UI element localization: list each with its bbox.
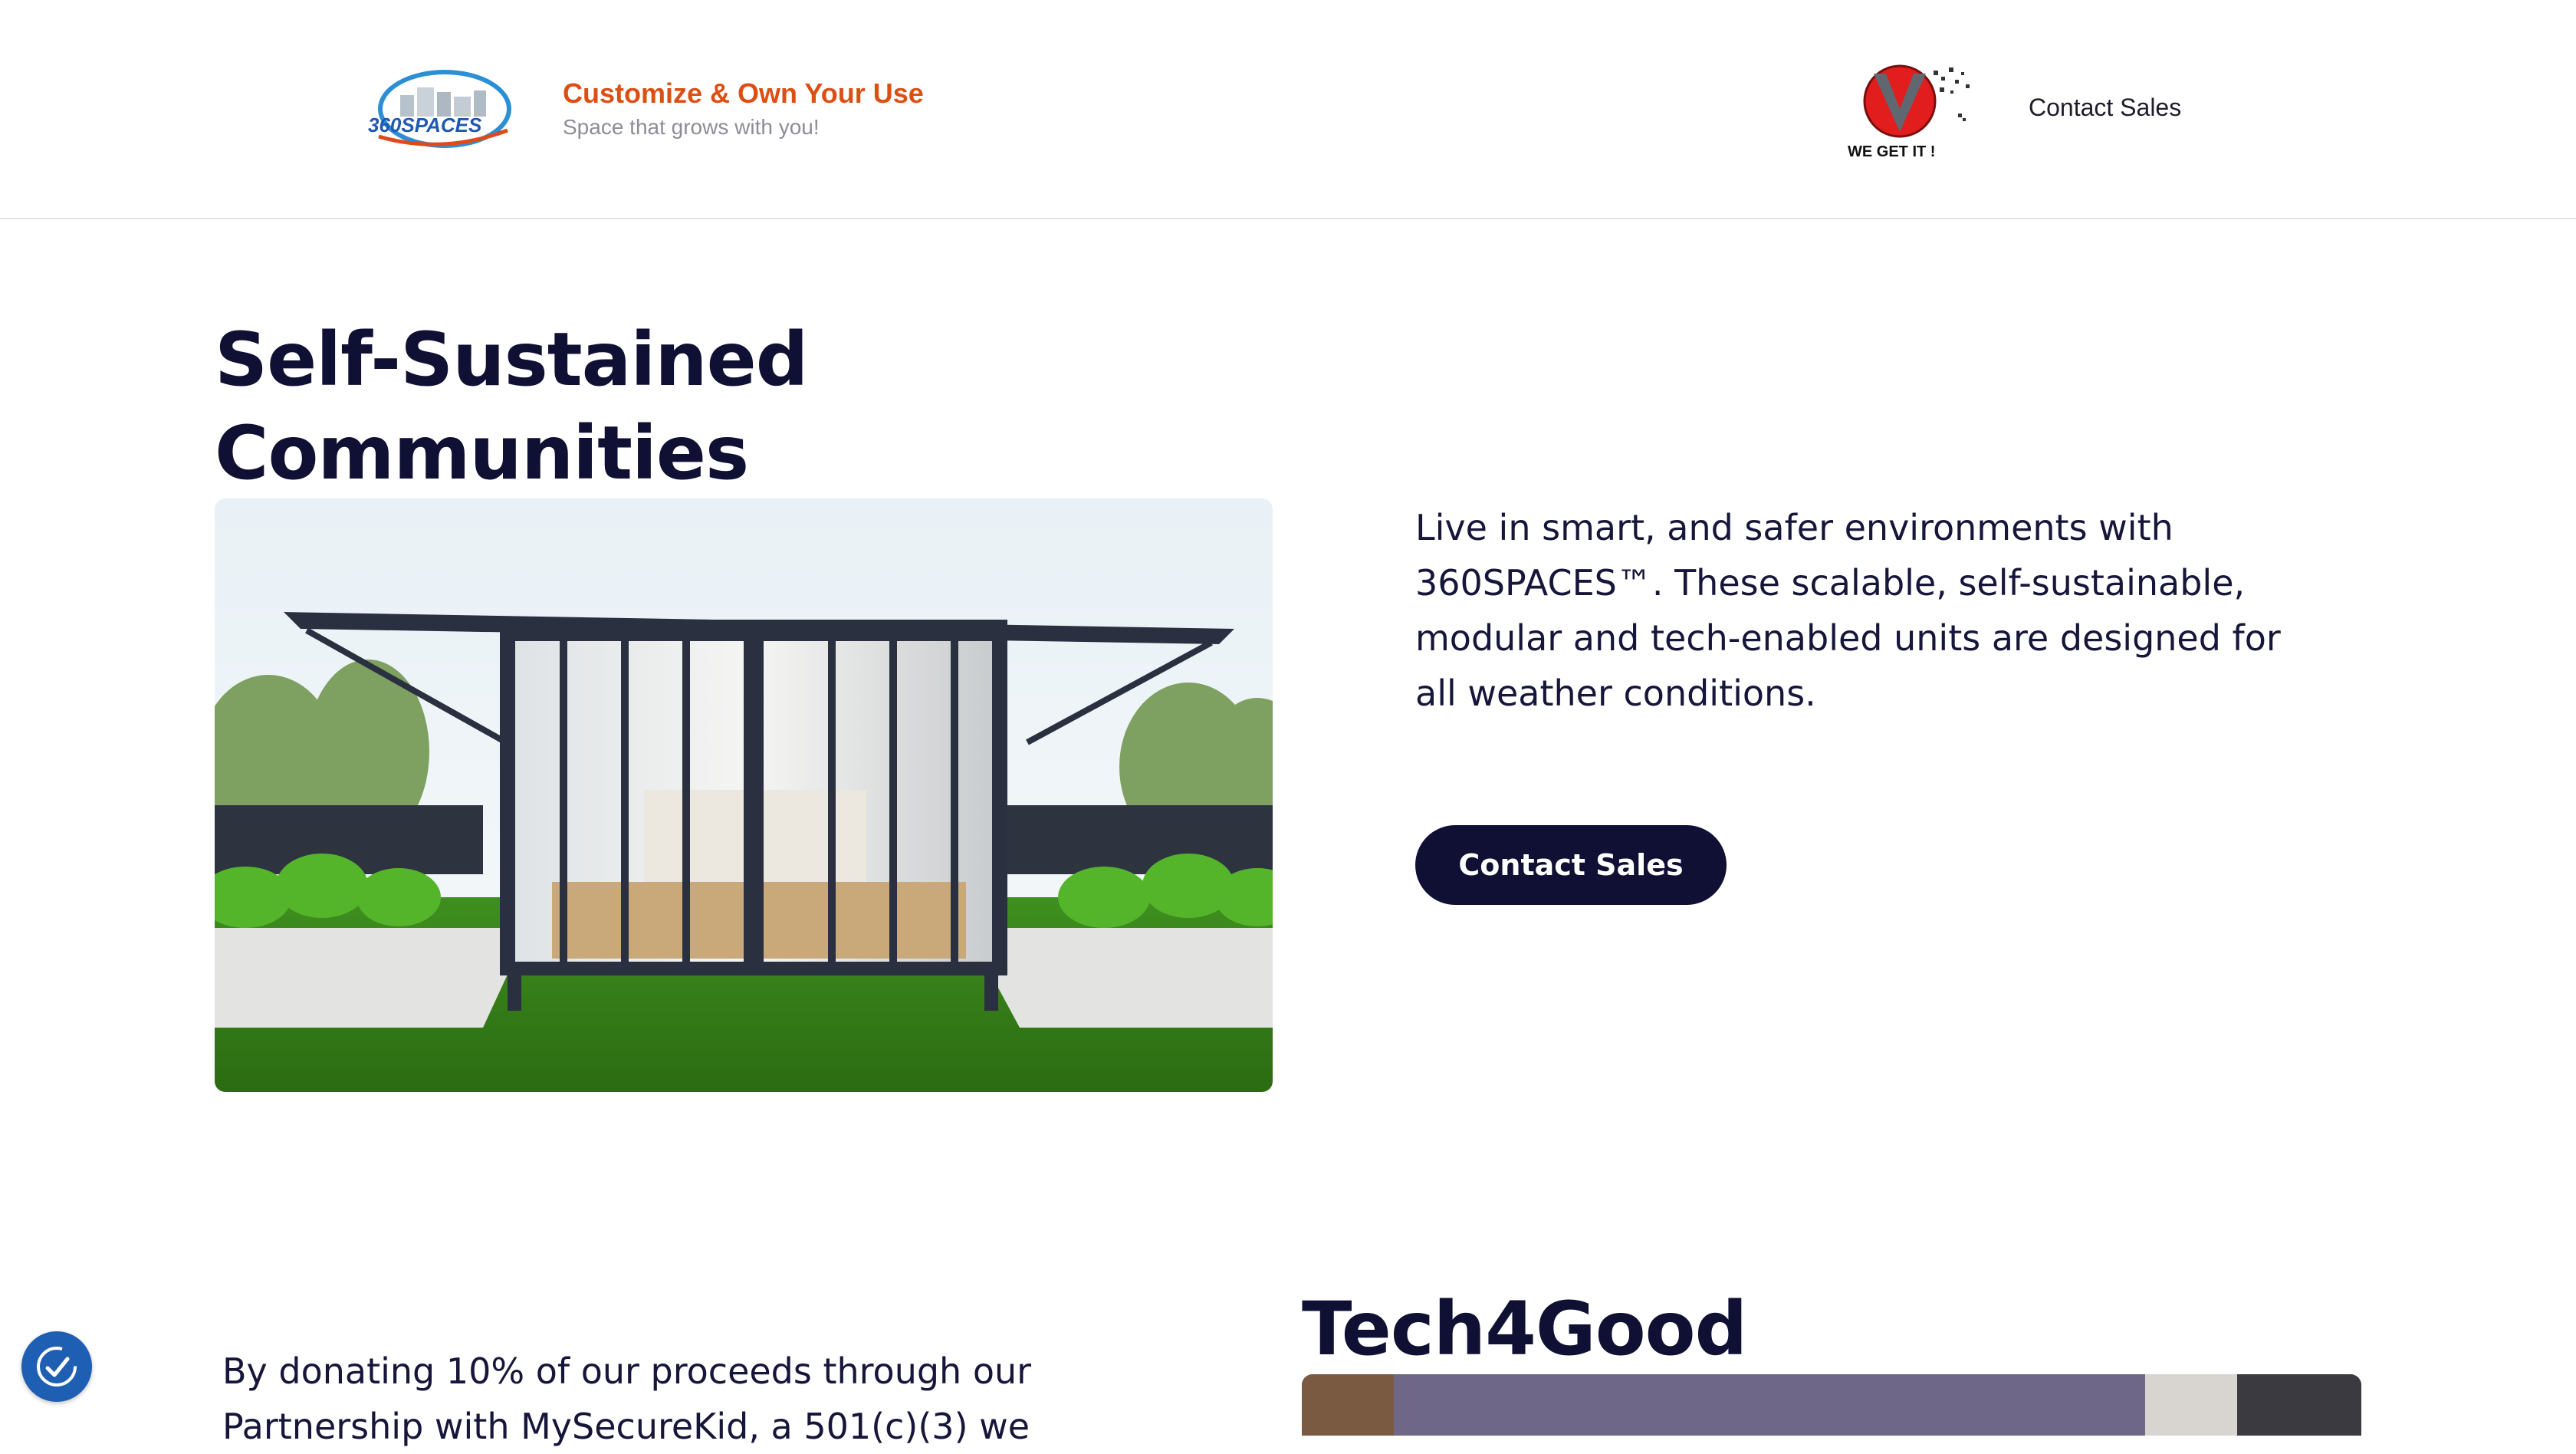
360spaces-logo-icon: 360SPACES	[368, 70, 511, 148]
header-contact-sales-link[interactable]: Contact Sales	[2029, 94, 2181, 122]
we-get-it-logo-icon: WE GET IT !	[1848, 64, 1970, 160]
donation-text: By donating 10% of our proceeds through …	[222, 1350, 1032, 1447]
accessibility-widget-button[interactable]	[21, 1331, 92, 1402]
hero-description: Live in smart, and safer environments wi…	[1415, 507, 2281, 714]
tech4good-photo	[1302, 1374, 2361, 1436]
tech4good-image	[1302, 1374, 2361, 1436]
hero-image	[215, 498, 1273, 1092]
brand-logo[interactable]: 360SPACES	[365, 61, 515, 158]
brand-text: Customize & Own Your Use Space that grow…	[563, 75, 924, 140]
brand-subtagline: Space that grows with you!	[563, 115, 820, 139]
modular-unit-image	[215, 498, 1273, 1092]
logo-wordmark: 360SPACES	[368, 113, 482, 137]
brand-tagline: Customize & Own Your Use	[563, 77, 924, 109]
tech4good-title: Tech4Good	[1302, 1286, 1747, 1372]
site-header: 360SPACES Customize & Own Your Use Space…	[0, 0, 2576, 219]
hero-title: Self-Sustained Communities	[215, 317, 808, 496]
hero-contact-sales-button[interactable]: Contact Sales	[1415, 825, 1727, 905]
partner-logo-text: WE GET IT !	[1848, 143, 1935, 160]
accessibility-check-icon	[37, 1347, 77, 1387]
partner-logo[interactable]: WE GET IT !	[1843, 54, 1981, 169]
